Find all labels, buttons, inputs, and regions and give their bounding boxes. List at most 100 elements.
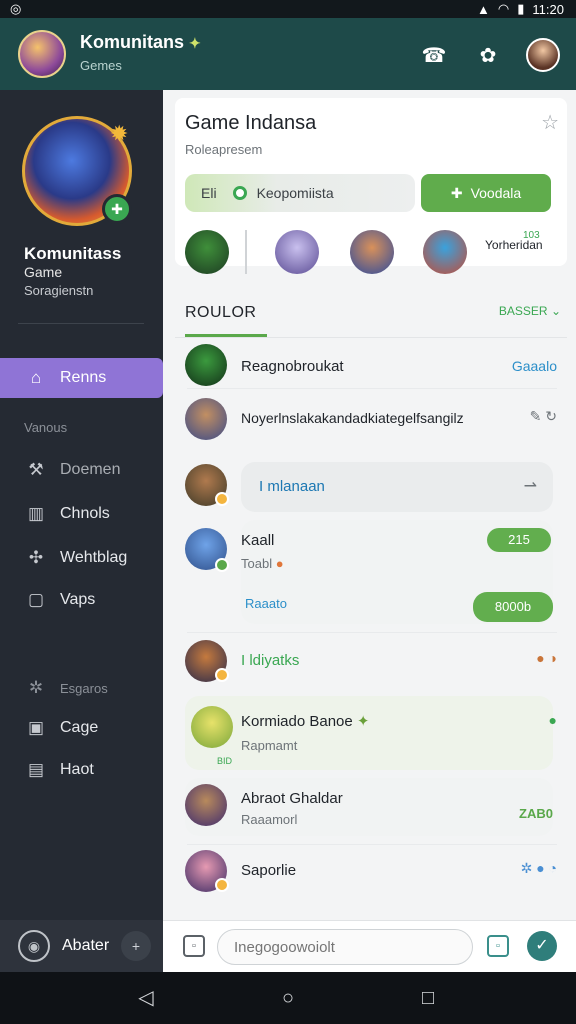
list-item[interactable]: Saporlie ✲ ● ◔ [175,850,567,900]
compass-icon[interactable]: ◉ [18,930,50,962]
puzzle-icon: ✣ [28,548,44,567]
score-badge: 215 [487,528,551,552]
tab-roulor[interactable]: ROULOR [185,304,256,322]
filter-dropdown[interactable]: BASSER ⌄ [499,304,561,318]
sidebar-item-renns[interactable]: ⌂ Renns [0,358,163,398]
group-subtitle: Roleapresem [185,142,263,157]
sidebar-profile-detail: Soragienstn [24,283,94,298]
star-icon[interactable]: ☆ [541,110,559,135]
message-composer: ▫ ▫ ✓ [163,920,576,972]
member-avatar[interactable] [350,230,394,274]
sidebar-item-haot[interactable]: ▤ Haot [0,750,163,790]
inbox-icon: ▤ [27,760,45,779]
sidebar-footer-label: Abater [62,937,110,954]
signal-icon: ▲ [477,1,490,17]
sparkle-icon: ✦ [356,713,370,730]
attach-icon[interactable]: ▫ [183,935,205,957]
status-pill[interactable]: Eli Keopomiista [185,174,415,212]
member-avatar[interactable] [185,230,229,274]
fire-icon: ● [275,556,284,571]
divider [18,323,144,324]
user-avatar[interactable] [185,784,227,826]
channel-icon: ▥ [27,504,45,523]
home-circle-icon[interactable]: ○ [276,986,300,1010]
home-icon: ⌂ [30,368,42,387]
battery-icon: ▮ [517,1,525,16]
tab-bar: ROULOR BASSER ⌄ [175,290,567,338]
sidebar-item-doemen[interactable]: ⚒ Doemen [0,450,163,490]
forward-icon[interactable]: ⇀ [524,476,537,496]
pin-icon[interactable]: ● [549,712,557,728]
add-icon[interactable]: + [121,931,151,961]
sidebar-item-wehtblag[interactable]: ✣ Wehtblag [0,538,163,578]
community-avatar[interactable] [18,30,66,78]
message-bubble [185,696,553,770]
app-subtitle: Gemes [80,58,122,73]
sidebar: ✹ ✚ Komunitass Game Soragienstn ⌂ Renns … [0,90,163,972]
member-count-tag: Yorheridan 103 [485,230,543,252]
score-badge: ZAB0 [519,806,553,821]
sidebar-footer: ◉ Abater + [0,920,163,972]
join-button[interactable]: ✚ Voodala [421,174,551,212]
list-item[interactable]: Abraot Ghaldar Raaamorl ZAB0 [175,778,567,838]
back-icon[interactable]: ◁ [134,986,158,1010]
sidebar-section-esgaros: ✲ Esgaros [0,668,163,708]
status-dot-icon [215,492,229,506]
profile-avatar[interactable] [526,38,560,72]
member-avatar[interactable] [275,230,319,274]
status-dot-icon [215,668,229,682]
box-icon: ▣ [27,718,45,737]
group-card: Game Indansa ☆ Roleapresem Eli Keopomiis… [175,98,567,274]
divider [187,844,557,845]
group-icon[interactable]: ✿ [472,39,504,71]
list-item[interactable]: BID Kormiado Banoe ✦ Rapmamt ● [175,696,567,772]
message-bubble [185,778,553,836]
app-bar: Komunitans ✦ Gemes ☎ ✿ [0,18,576,90]
plus-icon: ✚ [450,184,463,201]
sidebar-profile-name: Komunitass [24,244,122,263]
message-input[interactable] [217,929,473,965]
reaction-icon[interactable]: ✲ ● ◔ [521,860,557,877]
member-avatar[interactable] [423,230,467,274]
system-nav-bar: ◁ ○ □ [0,972,576,1024]
divider [187,388,557,389]
sidebar-item-cage[interactable]: ▣ Cage [0,708,163,748]
settings-icon: ✲ [28,678,44,697]
reaction-icon[interactable]: ● ◑ [536,650,557,666]
status-dot-icon [232,186,247,200]
square-icon: ▢ [27,590,45,609]
reply-icon[interactable]: ✎ ↻ [530,408,557,425]
image-icon[interactable]: ▫ [487,935,509,957]
sidebar-profile-role: Game [24,264,63,280]
user-avatar[interactable] [185,398,227,440]
list-item[interactable]: Reagnobroukat Gaaalo [175,340,567,386]
message-link[interactable]: Raaato [245,596,287,611]
status-bar: ◎ ▲ ◠ ▮ 11:20 [0,0,576,18]
online-badge-icon: ✚ [102,194,132,224]
user-avatar[interactable] [191,706,233,748]
list-item[interactable]: I mlanaan ⇀ [175,460,567,516]
wrench-icon: ⚒ [28,460,44,479]
status-dot-icon [215,558,229,572]
list-item[interactable]: Kaall Toabl ● 215 Raaato 8000b [175,520,567,630]
group-title: Game Indansa [185,112,317,134]
sidebar-item-vaps[interactable]: ▢ Vaps [0,580,163,620]
send-button[interactable]: ✓ [527,931,557,961]
user-avatar[interactable] [185,344,227,386]
sidebar-item-chnols[interactable]: ▥ Chnols [0,494,163,534]
status-dot-icon [215,878,229,892]
message-bubble[interactable]: I mlanaan ⇀ [241,462,553,512]
chevron-down-icon: ⌄ [550,304,561,318]
reward-pill[interactable]: 8000b [473,592,553,622]
status-time: 11:20 [532,1,564,17]
member-strip: Yorheridan 103 [185,230,561,280]
divider [187,632,557,633]
gear-icon[interactable]: ✹ [110,122,134,146]
divider [175,337,567,338]
list-item[interactable]: Noyerlnslakakandadkiategelfsangilz ✎ ↻ [175,396,567,444]
phone-icon[interactable]: ☎ [418,39,450,71]
recents-icon[interactable]: □ [416,986,440,1010]
app-title: Komunitans ✦ [80,32,201,52]
notification-icon: ◎ [10,1,22,16]
list-item[interactable]: I ldiyatks ● ◑ [175,638,567,688]
